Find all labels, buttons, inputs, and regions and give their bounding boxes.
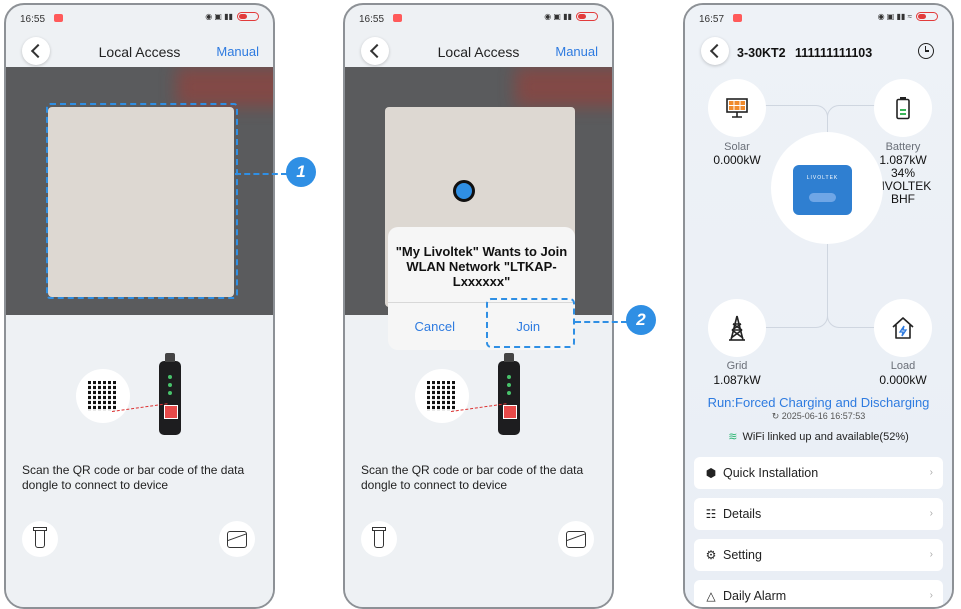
battery-status-icon	[576, 12, 598, 21]
chevron-right-icon: ›	[929, 467, 933, 478]
menu-label: Quick Installation	[723, 466, 819, 480]
record-icon	[393, 14, 402, 22]
callout-connector-2	[575, 321, 627, 323]
inverter-node[interactable]: LIVOLTEK	[771, 132, 883, 244]
menu-details[interactable]: ☷ Details ›	[694, 498, 943, 530]
scan-instructions: Scan the QR code or bar code of the data…	[22, 463, 245, 492]
status-time: 16:55	[20, 14, 46, 25]
inverter-device-image: LIVOLTEK	[793, 165, 852, 215]
device-model: 3-30KT2	[737, 46, 786, 60]
phone-screen-1: 16:55 ◉ ▣ ▮▮ Local Access Manual Scan th…	[4, 3, 275, 609]
menu-label: Details	[723, 507, 762, 521]
menu-setting[interactable]: ⚙ Setting ›	[694, 539, 943, 571]
qr-code-icon	[415, 369, 469, 423]
history-clock-icon[interactable]	[918, 43, 934, 59]
record-icon	[54, 14, 63, 22]
flashlight-button[interactable]	[22, 521, 58, 557]
status-bar: 16:55 ◉ ▣ ▮▮	[345, 5, 612, 31]
run-status: Run:Forced Charging and Discharging	[707, 395, 930, 410]
battery-status-icon	[237, 12, 259, 21]
scan-instructions: Scan the QR code or bar code of the data…	[361, 463, 584, 492]
menu-daily-alarm[interactable]: △ Daily Alarm ›	[694, 580, 943, 607]
battery-node[interactable]	[874, 79, 932, 137]
battery-status-icon	[916, 12, 938, 21]
grid-tower-icon	[729, 315, 745, 341]
gallery-button[interactable]	[558, 521, 594, 557]
status-bar: 16:57 ◉ ▣ ▮▮ ≈	[685, 5, 952, 31]
chevron-right-icon: ›	[929, 590, 933, 601]
nav-bar: Local Access Manual	[6, 35, 273, 69]
phone-screen-2: 16:55 ◉ ▣ ▮▮ Local Access Manual Scan th…	[343, 3, 614, 609]
device-brand: LIVOLTEK	[806, 175, 839, 181]
nav-bar: Local Access Manual	[345, 35, 612, 69]
solar-value: 0.000kW	[713, 153, 761, 167]
join-highlight	[486, 298, 575, 348]
data-dongle-image	[498, 353, 520, 435]
status-icons: ◉ ▣ ▮▮	[544, 12, 598, 21]
menu-quick-installation[interactable]: ⬢ Quick Installation ›	[694, 457, 943, 489]
callout-badge-1: 1	[286, 157, 316, 187]
status-time: 16:55	[359, 14, 385, 25]
cancel-button[interactable]: Cancel	[388, 302, 482, 350]
flashlight-icon	[372, 527, 386, 548]
device-header: 3-30KT2 111111111103	[685, 35, 952, 71]
instruction-panel: Scan the QR code or bar code of the data…	[6, 315, 273, 607]
back-icon[interactable]	[701, 37, 729, 65]
grid-label: Grid	[726, 360, 748, 372]
load-node[interactable]	[874, 299, 932, 357]
scan-frame-highlight	[46, 103, 238, 299]
grid-value: 1.087kW	[713, 373, 761, 387]
callout-badge-2: 2	[626, 305, 656, 335]
load-label: Load	[890, 360, 916, 372]
timestamp-text: 2025-06-16 16:57:53	[781, 411, 866, 421]
solar-panel-icon	[726, 98, 748, 118]
battery-icon	[896, 97, 910, 120]
phone-screen-3: 16:57 ◉ ▣ ▮▮ ≈ 3-30KT2 111111111103 Sola…	[683, 3, 954, 609]
grid-node[interactable]	[708, 299, 766, 357]
gallery-icon	[227, 530, 247, 548]
refresh-icon[interactable]: ↻	[772, 411, 782, 421]
flashlight-button[interactable]	[361, 521, 397, 557]
manual-button[interactable]: Manual	[555, 44, 598, 59]
gear-icon: ⚙	[705, 548, 717, 562]
menu-label: Setting	[723, 548, 762, 562]
wifi-icon: ≋	[728, 431, 738, 443]
chevron-right-icon: ›	[929, 508, 933, 519]
gallery-icon	[566, 530, 586, 548]
chevron-right-icon: ›	[929, 549, 933, 560]
home-load-icon	[892, 317, 914, 339]
gallery-button[interactable]	[219, 521, 255, 557]
wifi-status: ≋ WiFi linked up and available(52%)	[685, 430, 952, 443]
status-icons: ◉ ▣ ▮▮ ≈	[878, 12, 938, 21]
instruction-panel: Scan the QR code or bar code of the data…	[345, 315, 612, 607]
load-value: 0.000kW	[879, 373, 927, 387]
data-dongle-image	[159, 353, 181, 435]
status-timestamp: ↻ 2025-06-16 16:57:53	[685, 411, 952, 422]
cube-icon: ⬢	[705, 466, 717, 480]
dialog-message: "My Livoltek" Wants to Join WLAN Network…	[395, 244, 568, 289]
status-time: 16:57	[699, 14, 725, 25]
callout-connector-1	[235, 173, 287, 175]
record-icon	[733, 14, 742, 22]
wifi-text: WiFi linked up and available(52%)	[742, 431, 909, 443]
solar-node[interactable]	[708, 79, 766, 137]
status-icons: ◉ ▣ ▮▮	[205, 12, 259, 21]
focus-point-icon	[453, 180, 475, 202]
qr-code-icon	[76, 369, 130, 423]
manual-button[interactable]: Manual	[216, 44, 259, 59]
flashlight-icon	[33, 527, 47, 548]
status-bar: 16:55 ◉ ▣ ▮▮	[6, 5, 273, 31]
sliders-icon: ☷	[705, 507, 717, 521]
device-serial: 111111111103	[795, 46, 873, 60]
